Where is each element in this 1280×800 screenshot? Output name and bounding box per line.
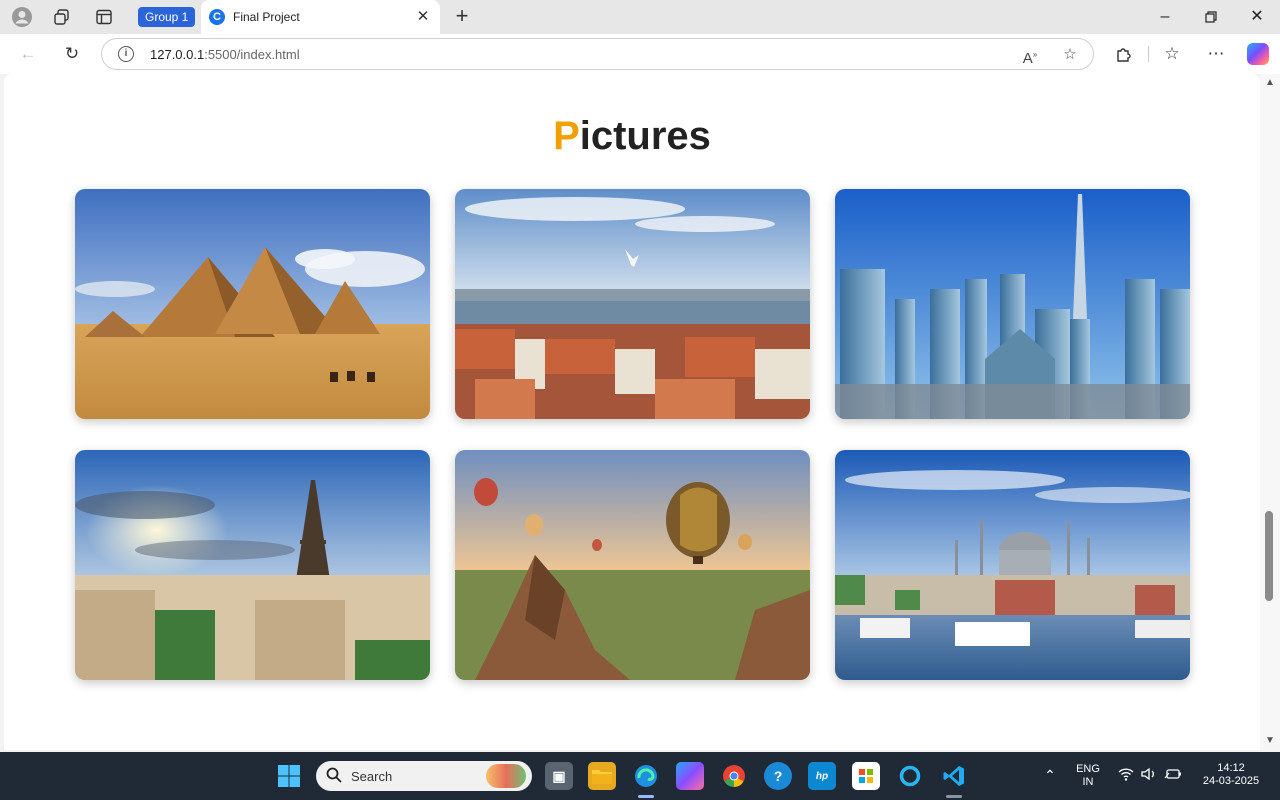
site-info-icon[interactable]: i — [118, 46, 134, 62]
scroll-down-icon[interactable]: ▼ — [1264, 736, 1276, 746]
scrollbar-thumb[interactable] — [1265, 511, 1273, 601]
back-icon[interactable]: ← — [16, 42, 40, 66]
reload-icon[interactable]: ↻ — [60, 42, 84, 66]
tab-title: Final Project — [233, 10, 300, 24]
toolbar-divider — [1148, 46, 1149, 62]
url-text[interactable]: 127.0.0.1:5500/index.html — [150, 47, 300, 62]
gallery-image-hot-air-balloons[interactable] — [455, 450, 810, 680]
close-window-icon[interactable]: ✕ — [1234, 5, 1280, 29]
volume-icon[interactable] — [1140, 767, 1158, 784]
favorites-icon[interactable]: ☆ — [1160, 42, 1184, 66]
get-help-icon[interactable]: ? — [764, 762, 792, 790]
address-bar[interactable]: i 127.0.0.1:5500/index.html A» ☆ — [101, 38, 1094, 70]
title-bar: Group 1 C Final Project ✕ + – ✕ — [0, 0, 1280, 34]
task-view-icon[interactable]: ▣ — [545, 762, 573, 790]
new-tab-icon[interactable]: + — [450, 5, 474, 29]
edge-icon[interactable] — [632, 762, 660, 790]
vscode-active-indicator — [946, 795, 962, 798]
search-label: Search — [351, 769, 393, 784]
gallery-image-skyscrapers[interactable] — [835, 189, 1190, 419]
tab-group-label[interactable]: Group 1 — [138, 7, 196, 27]
search-icon — [326, 767, 342, 783]
windows-taskbar: Search ▣ ? hp ⌃ ENG IN 14:12 24-03-2025 — [0, 752, 1280, 800]
file-explorer-icon[interactable] — [588, 762, 616, 790]
cortana-ring-icon[interactable] — [896, 762, 924, 790]
profile-icon[interactable] — [10, 6, 34, 28]
tab-close-icon[interactable]: ✕ — [414, 8, 432, 26]
gallery-image-eiffel-tower[interactable] — [75, 450, 430, 680]
edge-active-indicator — [638, 795, 654, 798]
vertical-tabs-icon[interactable] — [92, 6, 116, 28]
language-indicator[interactable]: ENG IN — [1072, 763, 1104, 789]
minimize-icon[interactable]: – — [1142, 5, 1188, 29]
battery-icon[interactable] — [1164, 767, 1182, 784]
browser-toolbar: ← ↻ i 127.0.0.1:5500/index.html A» ☆ ☆ ⋯ — [0, 34, 1280, 74]
read-aloud-icon[interactable]: A» — [1020, 45, 1040, 67]
tab-favicon-icon: C — [209, 9, 225, 25]
vscode-icon[interactable] — [940, 762, 968, 790]
gallery-image-pyramids[interactable] — [75, 189, 430, 419]
start-icon[interactable] — [275, 762, 303, 790]
scroll-up-icon[interactable]: ▲ — [1264, 78, 1276, 88]
myhp-icon[interactable]: hp — [808, 762, 836, 790]
show-hidden-icons-icon[interactable]: ⌃ — [1041, 767, 1059, 784]
copilot-icon[interactable] — [1247, 43, 1269, 65]
favorite-star-icon[interactable]: ☆ — [1060, 45, 1080, 65]
page-viewport: Pictures — [4, 74, 1260, 750]
gallery-image-city-harbor[interactable] — [455, 189, 810, 419]
page-title: Pictures — [553, 114, 711, 158]
copilot-app-icon[interactable] — [676, 762, 704, 790]
extensions-icon[interactable] — [1112, 42, 1136, 66]
search-highlight-icon — [486, 764, 526, 788]
workspaces-icon[interactable] — [50, 6, 74, 28]
gallery-image-mosque-waterfront[interactable] — [835, 450, 1190, 680]
clock[interactable]: 14:12 24-03-2025 — [1195, 762, 1267, 788]
wifi-icon[interactable] — [1117, 767, 1135, 784]
taskbar-search[interactable]: Search — [316, 761, 532, 791]
page-scrollbar[interactable]: ▲ ▼ — [1260, 74, 1280, 750]
tab-final-project[interactable]: C Final Project ✕ — [201, 0, 440, 34]
more-menu-icon[interactable]: ⋯ — [1204, 42, 1228, 66]
chrome-icon[interactable] — [720, 762, 748, 790]
store-icon[interactable] — [852, 762, 880, 790]
restore-icon[interactable] — [1188, 5, 1234, 29]
